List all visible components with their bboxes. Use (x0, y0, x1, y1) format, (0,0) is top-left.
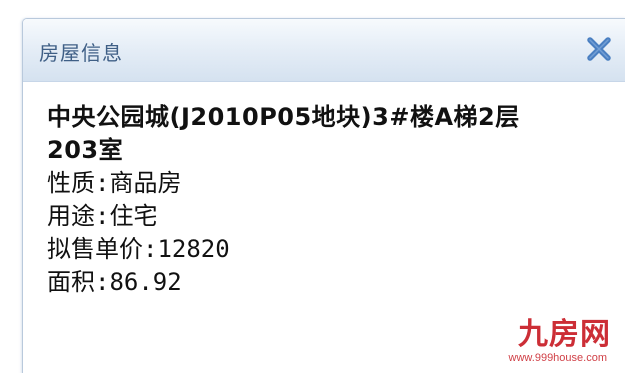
dialog-titlebar: 房屋信息 (23, 19, 625, 82)
property-name-line2: 203室 (47, 136, 124, 164)
watermark-url: www.999house.com (508, 352, 607, 364)
dialog-title: 房屋信息 (39, 41, 123, 65)
site-watermark: 九房网 www.999house.com (501, 319, 611, 367)
property-nature: 性质:商品房 (47, 169, 182, 197)
house-info-content: 中央公园城(J2010P05地块)3#楼A梯2层 203室 性质:商品房 用途:… (47, 101, 616, 299)
close-button[interactable] (584, 34, 614, 64)
property-usage: 用途:住宅 (47, 202, 158, 230)
property-area: 面积:86.92 (47, 268, 182, 296)
close-icon (587, 37, 611, 61)
property-unit-price: 拟售单价:12820 (47, 235, 230, 263)
watermark-logo: 九房网 (518, 317, 611, 352)
screenshot-stage: 房屋信息 中央公园城(J2010P05地块)3#楼A梯2层 203室 性质:商品… (0, 0, 625, 373)
property-name-line1: 中央公园城(J2010P05地块)3#楼A梯2层 (47, 103, 520, 131)
